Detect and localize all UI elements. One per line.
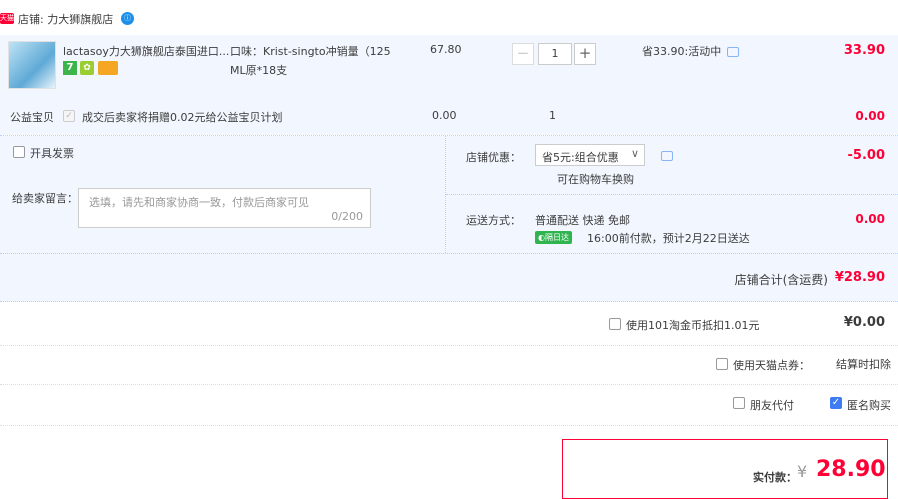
tmall-points-label[interactable]: 使用天猫点券： bbox=[733, 357, 810, 373]
chevron-down-icon: ∨ bbox=[630, 147, 639, 160]
anonymous-label[interactable]: 匿名购买 bbox=[847, 397, 891, 413]
sku-info-line2: ML原*18支 bbox=[230, 64, 288, 77]
charity-subtotal: 0.00 bbox=[855, 109, 885, 123]
charity-label: 公益宝贝 bbox=[10, 111, 54, 124]
charity-qty: 1 bbox=[549, 109, 556, 122]
purchase-options-row: 朋友代付 ✓ 匿名购买 bbox=[0, 385, 898, 426]
payment-label: 实付款： bbox=[753, 471, 797, 484]
taobao-coin-label[interactable]: 使用101淘金币抵扣1.01元 bbox=[626, 317, 760, 333]
item-subtotal: 33.90 bbox=[843, 43, 885, 58]
taobao-coin-row: 使用101淘金币抵扣1.01元 ¥0.00 bbox=[0, 302, 898, 346]
shop-total-row: 店铺合计(含运费) ¥28.90 bbox=[0, 253, 898, 302]
quantity-input[interactable]: 1 bbox=[538, 43, 572, 65]
coupon-selected-value: 省5元:组合优惠 bbox=[542, 151, 619, 164]
shipping-label: 运送方式： bbox=[466, 214, 521, 227]
coupon-shipping-divider bbox=[446, 194, 898, 195]
shipping-method: 普通配送 快递 免邮 bbox=[535, 214, 630, 227]
tmall-tag: 天猫 bbox=[0, 13, 14, 24]
charity-price: 0.00 bbox=[432, 109, 457, 122]
order-extras-right: 店铺优惠： 省5元:组合优惠 ∨ 可在购物车换购 -5.00 运送方式： 普通配… bbox=[446, 136, 898, 253]
message-counter: 0/200 bbox=[331, 210, 363, 223]
next-day-badge: ◐隔日达 bbox=[535, 231, 572, 244]
tmall-points-checkbox[interactable] bbox=[716, 358, 728, 370]
clock-icon: ◐ bbox=[538, 233, 545, 242]
charity-description: 成交后卖家将捐赠0.02元给公益宝贝计划 bbox=[82, 111, 283, 124]
coupon-amount: -5.00 bbox=[847, 148, 885, 163]
promo-chat-icon[interactable] bbox=[727, 47, 739, 57]
anonymous-checkbox[interactable]: ✓ bbox=[830, 397, 842, 409]
quantity-plus-button[interactable]: + bbox=[574, 43, 596, 65]
message-textarea[interactable]: 选填，请先和商家协商一致，付款后商家可见 0/200 bbox=[78, 188, 371, 228]
shop-total-label: 店铺合计(含运费) bbox=[734, 273, 828, 287]
sku-info-line1: 口味：Krist-singto冲销量（125 bbox=[230, 45, 391, 58]
invoice-label[interactable]: 开具发票 bbox=[30, 145, 74, 161]
tmall-points-row: 使用天猫点券： 结算时扣除 bbox=[0, 346, 898, 385]
payment-summary-box: 实付款： ¥ 28.90 bbox=[562, 439, 888, 499]
charity-checkbox: ✓ bbox=[63, 110, 75, 122]
tmall-points-value: 结算时扣除 bbox=[836, 358, 891, 371]
next-day-badge-text: 隔日达 bbox=[544, 233, 569, 242]
order-extras-left: 开具发票 给卖家留言： 选填，请先和商家协商一致，付款后商家可见 0/200 bbox=[0, 136, 445, 253]
badge-7-icon: 7 bbox=[63, 61, 77, 75]
coupon-label: 店铺优惠： bbox=[466, 151, 521, 164]
friend-pay-checkbox[interactable] bbox=[733, 397, 745, 409]
taobao-coin-checkbox[interactable] bbox=[609, 318, 621, 330]
message-label: 给卖家留言： bbox=[12, 192, 78, 205]
service-badge-icon: ✿ bbox=[80, 61, 94, 75]
product-title-link[interactable]: lactasoy力大狮旗舰店泰国进口... bbox=[63, 43, 229, 59]
item-row: lactasoy力大狮旗舰店泰国进口... 7 ✿ 口味：Krist-singt… bbox=[0, 35, 898, 135]
payment-amount: 28.90 bbox=[816, 457, 886, 482]
shop-name-link[interactable]: 店铺: 力大狮旗舰店 bbox=[18, 11, 113, 27]
promotion-text: 省33.90:活动中 bbox=[642, 45, 722, 58]
message-placeholder: 选填，请先和商家协商一致，付款后商家可见 bbox=[89, 196, 309, 209]
shipping-eta: 16:00前付款，预计2月22日送达 bbox=[587, 232, 750, 245]
card-badge-icon bbox=[98, 61, 118, 75]
product-thumbnail[interactable] bbox=[8, 41, 56, 89]
quantity-minus-button[interactable]: − bbox=[512, 43, 534, 65]
coupon-hint: 可在购物车换购 bbox=[557, 173, 634, 186]
unit-price: 67.80 bbox=[430, 43, 462, 56]
wangwang-chat-icon[interactable]: ⓘ bbox=[121, 12, 134, 25]
payment-currency: ¥ bbox=[797, 462, 808, 481]
taobao-coin-value: ¥0.00 bbox=[843, 315, 885, 330]
coupon-chat-icon[interactable] bbox=[661, 151, 673, 161]
shipping-amount: 0.00 bbox=[855, 212, 885, 226]
friend-pay-label[interactable]: 朋友代付 bbox=[750, 397, 794, 413]
coupon-select[interactable]: 省5元:组合优惠 ∨ bbox=[535, 144, 645, 166]
invoice-checkbox[interactable] bbox=[13, 146, 25, 158]
shop-total-value: ¥28.90 bbox=[834, 270, 885, 285]
